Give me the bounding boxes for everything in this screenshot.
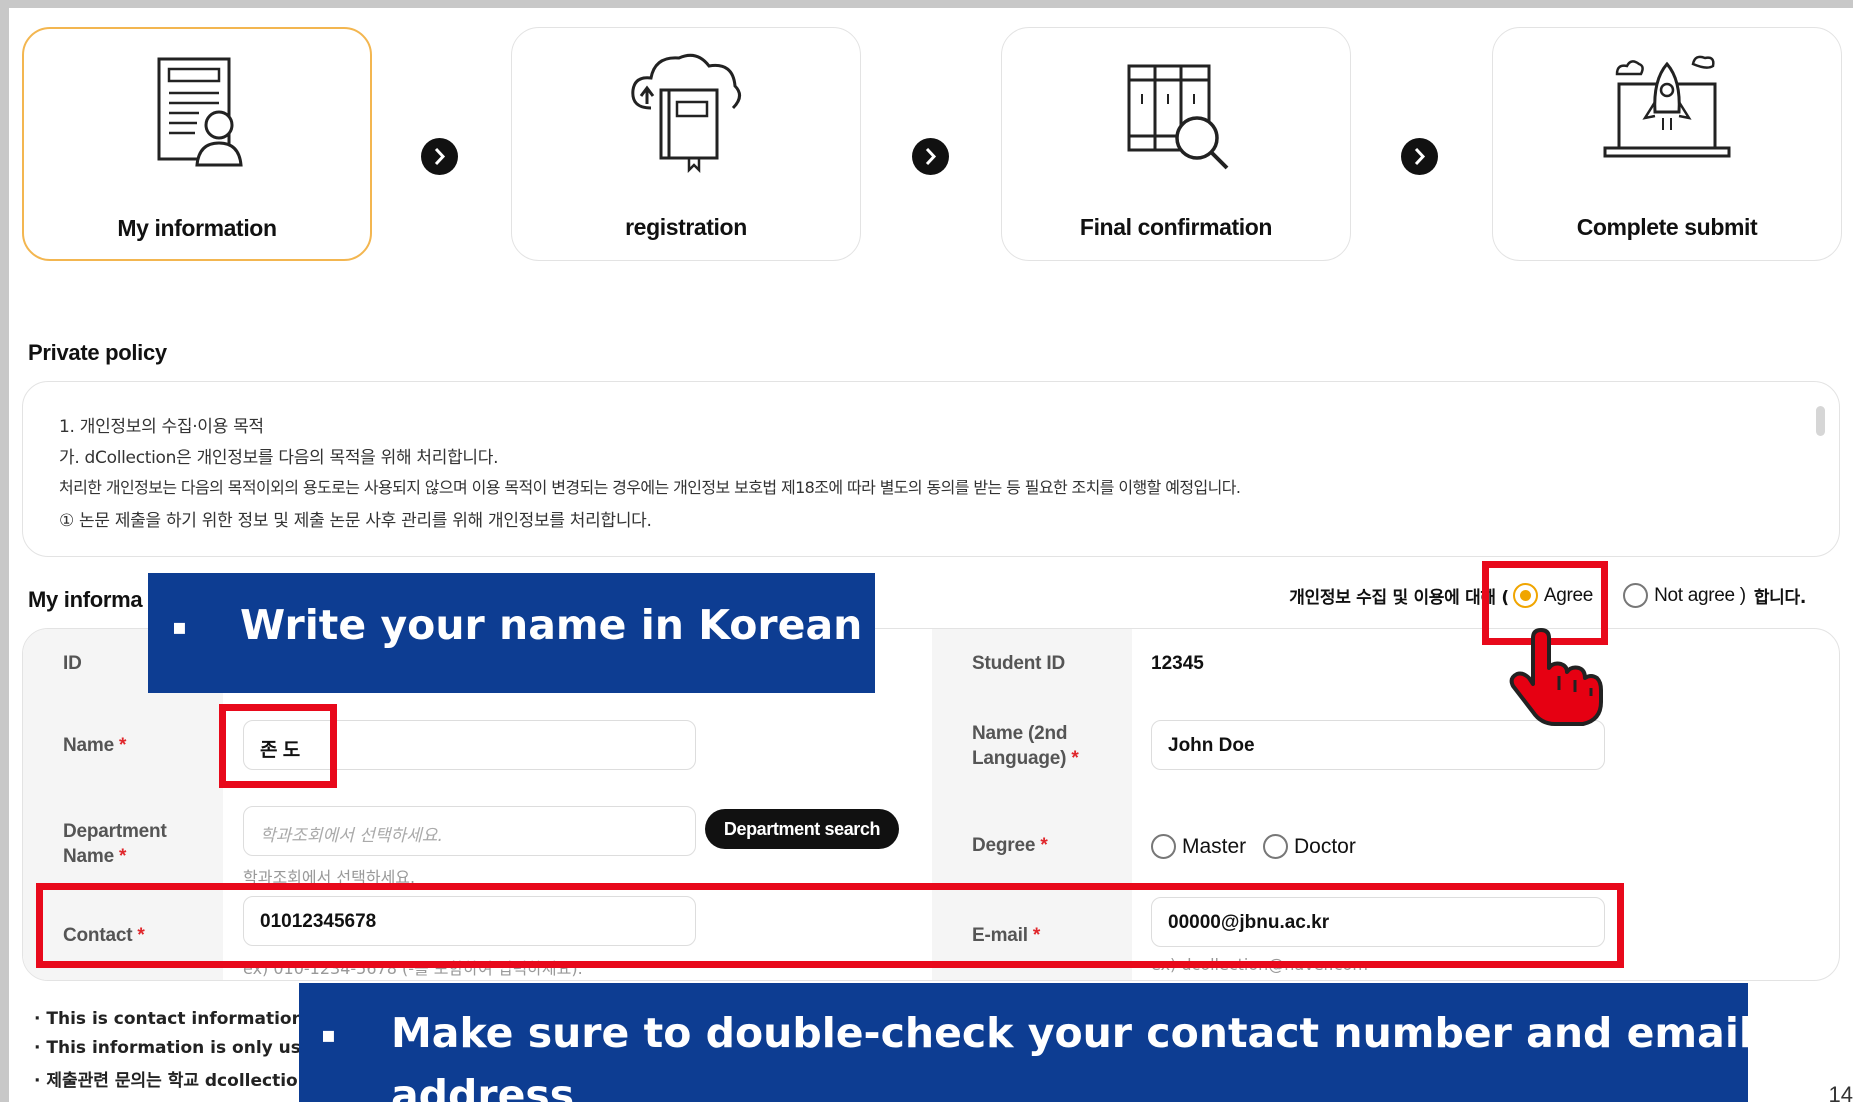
- highlight-contact-email-box: [36, 883, 1624, 968]
- chevron-right-icon: [1401, 138, 1438, 175]
- degree-master-option[interactable]: Master: [1151, 834, 1246, 859]
- hand-pointer-icon: [1509, 628, 1603, 726]
- banner-text: Write your name in Korean: [240, 601, 863, 649]
- department-name-label: Department Name *: [63, 821, 167, 867]
- step-registration[interactable]: registration: [511, 27, 861, 261]
- policy-text-box[interactable]: 1. 개인정보의 수집·이용 목적 가. dCollection은 개인정보를 …: [22, 381, 1840, 557]
- doctor-radio[interactable]: [1263, 834, 1288, 859]
- screenshot-frame-top: [0, 0, 1853, 8]
- private-policy-title: Private policy: [28, 340, 167, 365]
- policy-line: ① 논문 제출을 하기 위한 정보 및 제출 논문 사후 관리를 위해 개인정보…: [59, 511, 652, 531]
- step-label: Complete submit: [1576, 214, 1758, 240]
- degree-doctor-option[interactable]: Doctor: [1263, 834, 1356, 859]
- step-my-information[interactable]: My information: [22, 27, 372, 261]
- not-agree-radio[interactable]: [1623, 583, 1649, 608]
- banner-text-cut: address: [391, 1071, 575, 1102]
- laptop-rocket-icon: [1603, 55, 1731, 158]
- department-search-button[interactable]: Department search: [705, 809, 899, 849]
- step-label: My information: [117, 215, 277, 241]
- note-line: · This is contact information r: [34, 1009, 318, 1029]
- page-number: 14: [1828, 1082, 1853, 1102]
- student-id-value: 12345: [1151, 653, 1204, 674]
- id-label: ID: [63, 653, 82, 674]
- document-person-icon: [157, 57, 243, 167]
- step-final-confirmation[interactable]: Final confirmation: [1001, 27, 1351, 261]
- highlight-name-box: [219, 704, 337, 788]
- chevron-right-icon: [912, 138, 949, 175]
- student-id-label: Student ID: [972, 653, 1065, 674]
- chevron-right-icon: [421, 138, 458, 175]
- policy-scrollbar[interactable]: [1816, 406, 1825, 436]
- consent-suffix: 합니다.: [1753, 588, 1806, 608]
- name-label: Name *: [63, 735, 127, 756]
- department-input[interactable]: 학과조회에서 선택하세요.: [243, 806, 696, 856]
- not-agree-label[interactable]: Not agree ): [1654, 585, 1746, 607]
- tutorial-banner-name: ▪ Write your name in Korean: [148, 573, 875, 693]
- banner-bullet: ▪: [321, 1023, 336, 1048]
- note-line: · This information is only used: [34, 1038, 325, 1058]
- banner-text: Make sure to double-check your contact n…: [391, 1009, 1748, 1057]
- policy-line: 가. dCollection은 개인정보를 다음의 목적을 위해 처리합니다.: [59, 448, 499, 468]
- master-label: Master: [1182, 834, 1247, 858]
- step-complete-submit[interactable]: Complete submit: [1492, 27, 1842, 261]
- degree-label: Degree *: [972, 835, 1048, 856]
- step-label: registration: [625, 214, 747, 240]
- consent-prefix: 개인정보 수집 및 이용에 대해 (: [1289, 588, 1509, 608]
- step-label: Final confirmation: [1079, 214, 1273, 240]
- tutorial-banner-contact: ▪ Make sure to double-check your contact…: [299, 983, 1748, 1102]
- policy-line: 처리한 개인정보는 다음의 목적이외의 용도로는 사용되지 않으며 이용 목적이…: [59, 478, 1241, 497]
- my-information-title: My informa: [28, 587, 143, 612]
- master-radio[interactable]: [1151, 834, 1176, 859]
- note-line: · 제출관련 문의는 학교 dcollectio: [34, 1071, 298, 1091]
- shelf-magnifier-icon: [1127, 64, 1229, 170]
- banner-bullet: ▪: [172, 615, 187, 640]
- name-2nd-language-label: Name (2nd Language) *: [972, 723, 1079, 769]
- doctor-label: Doctor: [1294, 834, 1356, 858]
- policy-line: 1. 개인정보의 수집·이용 목적: [59, 417, 264, 437]
- screenshot-frame-left: [0, 0, 9, 1102]
- cloud-book-icon: [631, 53, 741, 174]
